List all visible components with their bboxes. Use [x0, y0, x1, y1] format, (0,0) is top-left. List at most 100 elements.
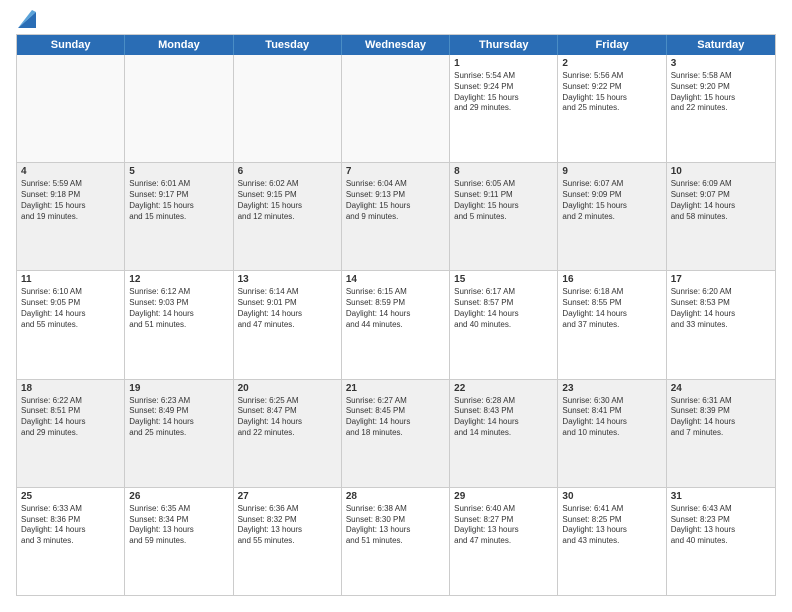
day-info: Sunrise: 6:25 AM Sunset: 8:47 PM Dayligh… — [238, 396, 337, 439]
day-number: 13 — [238, 274, 337, 285]
day-cell-24: 24Sunrise: 6:31 AM Sunset: 8:39 PM Dayli… — [667, 380, 775, 487]
day-number: 14 — [346, 274, 445, 285]
day-info: Sunrise: 6:02 AM Sunset: 9:15 PM Dayligh… — [238, 179, 337, 222]
day-info: Sunrise: 6:15 AM Sunset: 8:59 PM Dayligh… — [346, 287, 445, 330]
empty-cell — [17, 55, 125, 162]
day-number: 28 — [346, 491, 445, 502]
day-number: 26 — [129, 491, 228, 502]
day-cell-23: 23Sunrise: 6:30 AM Sunset: 8:41 PM Dayli… — [558, 380, 666, 487]
header-day-thursday: Thursday — [450, 35, 558, 55]
day-info: Sunrise: 6:36 AM Sunset: 8:32 PM Dayligh… — [238, 504, 337, 547]
day-cell-7: 7 Sunrise: 6:04 AM Sunset: 9:13 PM Daylig… — [342, 163, 450, 270]
day-info: Sunrise: 5:56 AM Sunset: 9:22 PM Dayligh… — [562, 71, 661, 114]
day-cell-27: 27 Sunrise: 6:36 AM Sunset: 8:32 PM Dayli… — [234, 488, 342, 595]
day-cell-16: 16 Sunrise: 6:18 AM Sunset: 8:55 PM Dayli… — [558, 271, 666, 378]
day-number: 18 — [21, 383, 120, 394]
day-info: Sunrise: 6:41 AM Sunset: 8:25 PM Dayligh… — [562, 504, 661, 547]
day-cell-25: 25 Sunrise: 6:33 AM Sunset: 8:36 PM Dayli… — [17, 488, 125, 595]
day-cell-26: 26 Sunrise: 6:35 AM Sunset: 8:34 PM Dayli… — [125, 488, 233, 595]
day-number: 21 — [346, 383, 445, 394]
day-info: Sunrise: 6:33 AM Sunset: 8:36 PM Dayligh… — [21, 504, 120, 547]
day-info: Sunrise: 6:01 AM Sunset: 9:17 PM Dayligh… — [129, 179, 228, 222]
day-number: 12 — [129, 274, 228, 285]
empty-cell — [125, 55, 233, 162]
day-info: Sunrise: 6:22 AM Sunset: 8:51 PM Dayligh… — [21, 396, 120, 439]
day-cell-2: 2 Sunrise: 5:56 AM Sunset: 9:22 PM Daylig… — [558, 55, 666, 162]
calendar-row-3: 11Sunrise: 6:10 AM Sunset: 9:05 PM Dayli… — [17, 271, 775, 379]
day-cell-11: 11Sunrise: 6:10 AM Sunset: 9:05 PM Dayli… — [17, 271, 125, 378]
day-cell-3: 3 Sunrise: 5:58 AM Sunset: 9:20 PM Daylig… — [667, 55, 775, 162]
day-number: 11 — [21, 274, 120, 285]
day-cell-9: 9Sunrise: 6:07 AM Sunset: 9:09 PM Daylig… — [558, 163, 666, 270]
day-cell-12: 12 Sunrise: 6:12 AM Sunset: 9:03 PM Dayli… — [125, 271, 233, 378]
empty-cell — [234, 55, 342, 162]
day-cell-1: 1 Sunrise: 5:54 AM Sunset: 9:24 PM Daylig… — [450, 55, 558, 162]
day-number: 9 — [562, 166, 661, 177]
day-info: Sunrise: 6:35 AM Sunset: 8:34 PM Dayligh… — [129, 504, 228, 547]
day-cell-4: 4 Sunrise: 5:59 AM Sunset: 9:18 PM Daylig… — [17, 163, 125, 270]
header-day-monday: Monday — [125, 35, 233, 55]
day-info: Sunrise: 6:05 AM Sunset: 9:11 PM Dayligh… — [454, 179, 553, 222]
day-cell-22: 22Sunrise: 6:28 AM Sunset: 8:43 PM Dayli… — [450, 380, 558, 487]
day-cell-31: 31 Sunrise: 6:43 AM Sunset: 8:23 PM Dayli… — [667, 488, 775, 595]
day-cell-8: 8 Sunrise: 6:05 AM Sunset: 9:11 PM Daylig… — [450, 163, 558, 270]
header-day-wednesday: Wednesday — [342, 35, 450, 55]
day-number: 22 — [454, 383, 553, 394]
day-number: 29 — [454, 491, 553, 502]
header-day-friday: Friday — [558, 35, 666, 55]
day-number: 2 — [562, 58, 661, 69]
day-cell-17: 17 Sunrise: 6:20 AM Sunset: 8:53 PM Dayli… — [667, 271, 775, 378]
empty-cell — [342, 55, 450, 162]
day-number: 25 — [21, 491, 120, 502]
day-info: Sunrise: 6:43 AM Sunset: 8:23 PM Dayligh… — [671, 504, 771, 547]
header — [16, 16, 776, 26]
day-number: 8 — [454, 166, 553, 177]
day-info: Sunrise: 6:12 AM Sunset: 9:03 PM Dayligh… — [129, 287, 228, 330]
day-cell-10: 10Sunrise: 6:09 AM Sunset: 9:07 PM Dayli… — [667, 163, 775, 270]
day-number: 16 — [562, 274, 661, 285]
day-number: 15 — [454, 274, 553, 285]
calendar-header: SundayMondayTuesdayWednesdayThursdayFrid… — [17, 35, 775, 55]
calendar: SundayMondayTuesdayWednesdayThursdayFrid… — [16, 34, 776, 596]
day-info: Sunrise: 6:14 AM Sunset: 9:01 PM Dayligh… — [238, 287, 337, 330]
calendar-row-2: 4 Sunrise: 5:59 AM Sunset: 9:18 PM Daylig… — [17, 163, 775, 271]
day-number: 19 — [129, 383, 228, 394]
day-number: 31 — [671, 491, 771, 502]
day-number: 1 — [454, 58, 553, 69]
day-cell-21: 21Sunrise: 6:27 AM Sunset: 8:45 PM Dayli… — [342, 380, 450, 487]
day-info: Sunrise: 6:23 AM Sunset: 8:49 PM Dayligh… — [129, 396, 228, 439]
day-cell-13: 13 Sunrise: 6:14 AM Sunset: 9:01 PM Dayli… — [234, 271, 342, 378]
header-day-sunday: Sunday — [17, 35, 125, 55]
day-info: Sunrise: 6:18 AM Sunset: 8:55 PM Dayligh… — [562, 287, 661, 330]
day-info: Sunrise: 6:04 AM Sunset: 9:13 PM Dayligh… — [346, 179, 445, 222]
day-info: Sunrise: 5:58 AM Sunset: 9:20 PM Dayligh… — [671, 71, 771, 114]
logo — [16, 16, 36, 26]
day-info: Sunrise: 6:09 AM Sunset: 9:07 PM Dayligh… — [671, 179, 771, 222]
day-info: Sunrise: 6:38 AM Sunset: 8:30 PM Dayligh… — [346, 504, 445, 547]
day-cell-29: 29 Sunrise: 6:40 AM Sunset: 8:27 PM Dayli… — [450, 488, 558, 595]
day-cell-14: 14 Sunrise: 6:15 AM Sunset: 8:59 PM Dayli… — [342, 271, 450, 378]
calendar-row-5: 25 Sunrise: 6:33 AM Sunset: 8:36 PM Dayli… — [17, 488, 775, 595]
day-number: 4 — [21, 166, 120, 177]
day-info: Sunrise: 6:20 AM Sunset: 8:53 PM Dayligh… — [671, 287, 771, 330]
day-number: 20 — [238, 383, 337, 394]
day-info: Sunrise: 6:40 AM Sunset: 8:27 PM Dayligh… — [454, 504, 553, 547]
day-info: Sunrise: 6:30 AM Sunset: 8:41 PM Dayligh… — [562, 396, 661, 439]
day-number: 3 — [671, 58, 771, 69]
day-number: 17 — [671, 274, 771, 285]
day-info: Sunrise: 6:31 AM Sunset: 8:39 PM Dayligh… — [671, 396, 771, 439]
day-info: Sunrise: 5:54 AM Sunset: 9:24 PM Dayligh… — [454, 71, 553, 114]
day-number: 27 — [238, 491, 337, 502]
day-cell-28: 28 Sunrise: 6:38 AM Sunset: 8:30 PM Dayli… — [342, 488, 450, 595]
day-cell-6: 6Sunrise: 6:02 AM Sunset: 9:15 PM Daylig… — [234, 163, 342, 270]
day-number: 7 — [346, 166, 445, 177]
day-cell-5: 5 Sunrise: 6:01 AM Sunset: 9:17 PM Daylig… — [125, 163, 233, 270]
day-cell-19: 19 Sunrise: 6:23 AM Sunset: 8:49 PM Dayli… — [125, 380, 233, 487]
calendar-row-4: 18 Sunrise: 6:22 AM Sunset: 8:51 PM Dayli… — [17, 380, 775, 488]
calendar-row-1: 1 Sunrise: 5:54 AM Sunset: 9:24 PM Daylig… — [17, 55, 775, 163]
day-info: Sunrise: 5:59 AM Sunset: 9:18 PM Dayligh… — [21, 179, 120, 222]
header-day-saturday: Saturday — [667, 35, 775, 55]
day-number: 30 — [562, 491, 661, 502]
day-info: Sunrise: 6:17 AM Sunset: 8:57 PM Dayligh… — [454, 287, 553, 330]
day-number: 5 — [129, 166, 228, 177]
